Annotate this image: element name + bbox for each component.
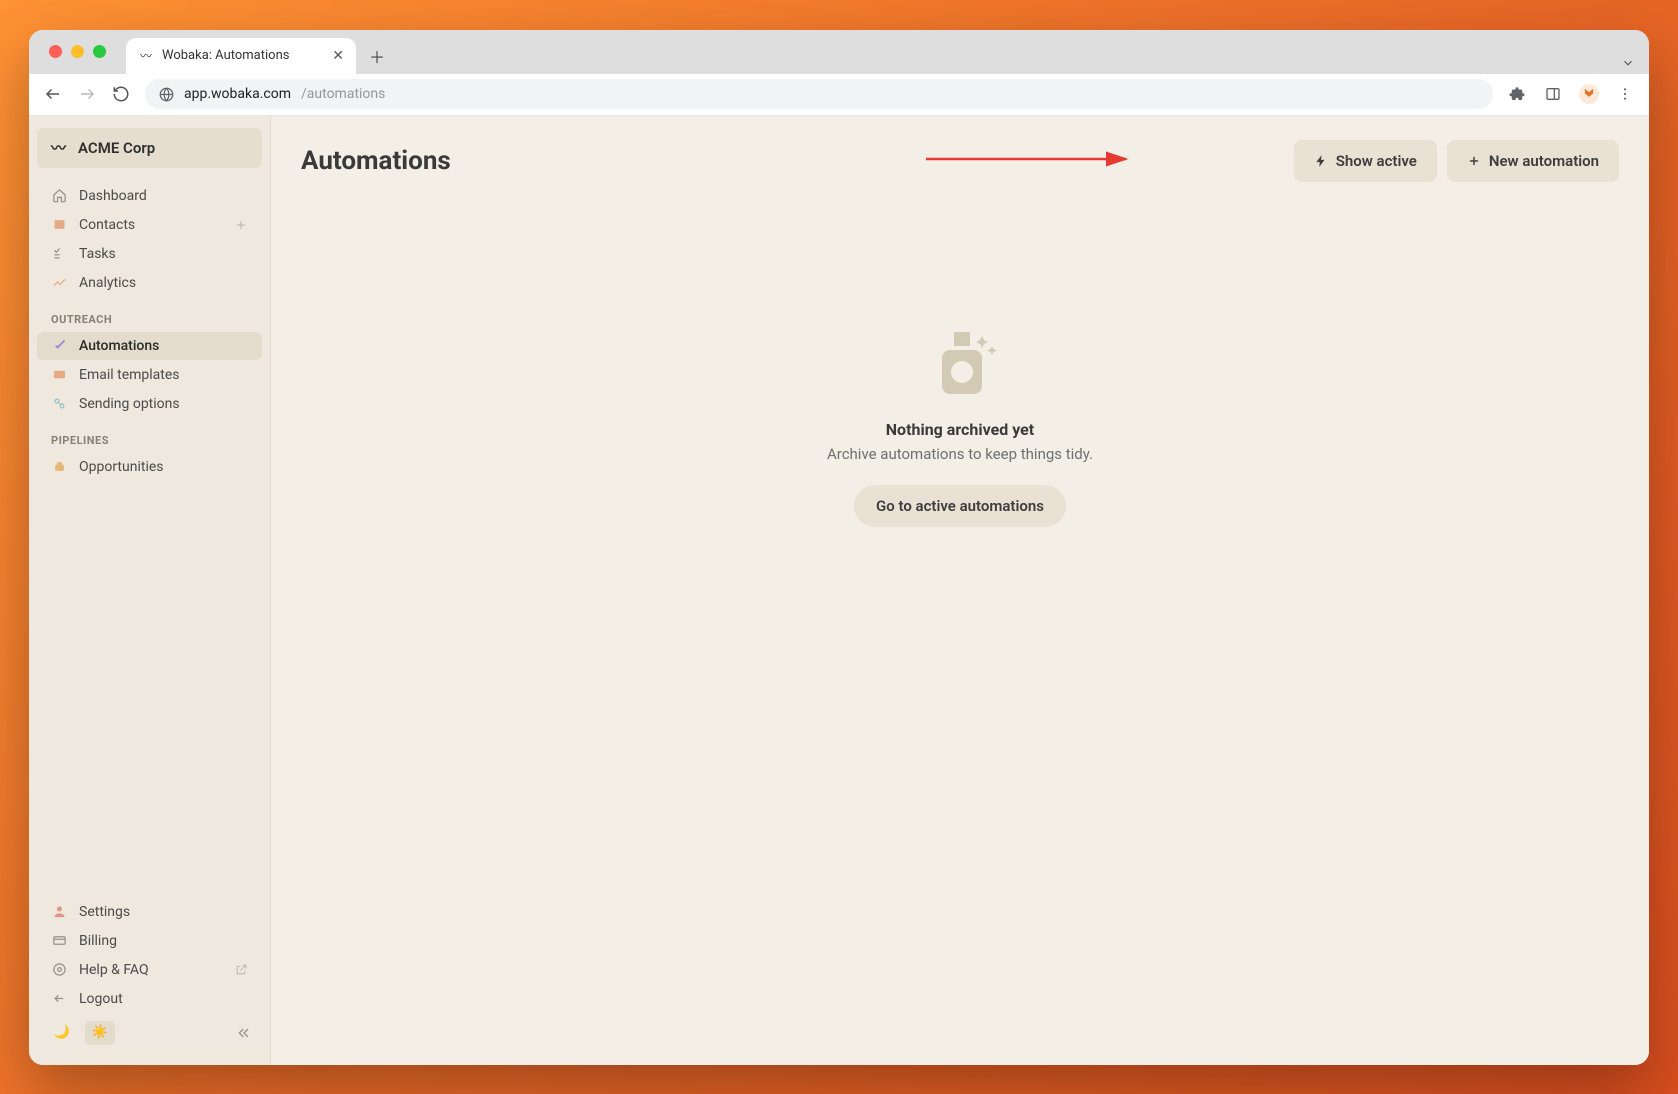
help-icon: [51, 962, 67, 978]
section-outreach: OUTREACH: [37, 297, 262, 332]
wobaka-favicon-icon: 〰: [138, 48, 154, 64]
empty-title: Nothing archived yet: [886, 420, 1034, 439]
reload-button[interactable]: [111, 84, 131, 104]
section-pipelines: PIPELINES: [37, 418, 262, 453]
page-header: Automations Show active New automation: [301, 140, 1619, 182]
sidebar: 〰 ACME Corp Dashboard Contacts Tasks: [29, 116, 271, 1065]
show-active-button[interactable]: Show active: [1294, 140, 1437, 182]
new-tab-button[interactable]: ＋: [360, 39, 394, 73]
lightning-icon: [1314, 154, 1328, 168]
nav-label: Dashboard: [79, 188, 147, 204]
browser-address-bar: app.wobaka.com/automations: [29, 74, 1649, 116]
theme-dark-button[interactable]: 🌙: [47, 1021, 77, 1045]
button-label: Show active: [1336, 152, 1417, 170]
nav-label: Sending options: [79, 396, 180, 412]
extensions-puzzle-icon[interactable]: [1507, 84, 1527, 104]
url-host: app.wobaka.com: [184, 86, 291, 102]
window-controls: [41, 30, 126, 74]
globe-icon: [159, 87, 174, 102]
send-settings-icon: [51, 396, 67, 412]
sidebar-item-dashboard[interactable]: Dashboard: [37, 182, 262, 210]
page-title: Automations: [301, 146, 451, 176]
sidebar-item-logout[interactable]: Logout: [37, 985, 262, 1013]
tab-overflow-chevron-icon[interactable]: [1621, 56, 1649, 74]
collapse-sidebar-button[interactable]: [236, 1025, 252, 1041]
logout-icon: [51, 991, 67, 1007]
theme-light-button[interactable]: ☀️: [85, 1021, 115, 1045]
sidebar-item-contacts[interactable]: Contacts: [37, 211, 262, 239]
go-to-active-button[interactable]: Go to active automations: [854, 485, 1066, 527]
empty-subtitle: Archive automations to keep things tidy.: [827, 445, 1093, 463]
sidebar-item-sending-options[interactable]: Sending options: [37, 390, 262, 418]
moon-icon: 🌙: [54, 1025, 70, 1040]
automation-icon: [51, 338, 67, 354]
external-link-icon: [235, 963, 248, 976]
sidebar-item-tasks[interactable]: Tasks: [37, 240, 262, 268]
company-switcher[interactable]: 〰 ACME Corp: [37, 128, 262, 168]
company-name: ACME Corp: [78, 139, 155, 157]
tab-title: Wobaka: Automations: [162, 48, 324, 63]
settings-person-icon: [51, 904, 67, 920]
profile-avatar-icon[interactable]: [1579, 84, 1599, 104]
plus-icon[interactable]: [234, 218, 248, 232]
analytics-icon: [51, 275, 67, 291]
sidebar-item-email-templates[interactable]: Email templates: [37, 361, 262, 389]
nav-label: Contacts: [79, 217, 135, 233]
button-label: New automation: [1489, 152, 1599, 170]
maximize-window-icon[interactable]: [93, 45, 106, 58]
nav-label: Analytics: [79, 275, 136, 291]
billing-card-icon: [51, 933, 67, 949]
nav-label: Email templates: [79, 367, 180, 383]
opportunities-icon: [51, 459, 67, 475]
sidebar-item-opportunities[interactable]: Opportunities: [37, 453, 262, 481]
minimize-window-icon[interactable]: [71, 45, 84, 58]
nav-label: Settings: [79, 904, 130, 920]
nav-outreach: Automations Email templates Sending opti…: [37, 332, 262, 418]
forward-button[interactable]: [77, 84, 97, 104]
nav-main: Dashboard Contacts Tasks Analytics: [37, 182, 262, 297]
sidebar-item-settings[interactable]: Settings: [37, 898, 262, 926]
home-icon: [51, 188, 67, 204]
close-window-icon[interactable]: [49, 45, 62, 58]
sidebar-item-analytics[interactable]: Analytics: [37, 269, 262, 297]
nav-label: Automations: [79, 338, 159, 354]
empty-state: Nothing archived yet Archive automations…: [301, 322, 1619, 527]
browser-action-icons: [1507, 84, 1635, 104]
button-label: Go to active automations: [876, 497, 1044, 515]
nav-footer: Settings Billing Help & FAQ Logout: [37, 898, 262, 1013]
sidebar-item-billing[interactable]: Billing: [37, 927, 262, 955]
main-content: Automations Show active New automation: [271, 116, 1649, 1065]
sidebar-item-help[interactable]: Help & FAQ: [37, 956, 262, 984]
url-field[interactable]: app.wobaka.com/automations: [145, 79, 1493, 109]
new-automation-button[interactable]: New automation: [1447, 140, 1619, 182]
browser-window: 〰 Wobaka: Automations ✕ ＋ app.wobaka.com…: [29, 30, 1649, 1065]
nav-label: Tasks: [79, 246, 116, 262]
panel-icon[interactable]: [1543, 84, 1563, 104]
kebab-menu-icon[interactable]: [1615, 84, 1635, 104]
empty-illustration-icon: [920, 322, 1000, 402]
nav-pipelines: Opportunities: [37, 453, 262, 481]
company-logo-icon: 〰: [51, 137, 66, 158]
email-icon: [51, 367, 67, 383]
sidebar-item-automations[interactable]: Automations: [37, 332, 262, 360]
theme-row: 🌙 ☀️: [37, 1013, 262, 1053]
nav-label: Opportunities: [79, 459, 164, 475]
sun-icon: ☀️: [92, 1025, 108, 1040]
back-button[interactable]: [43, 84, 63, 104]
nav-label: Billing: [79, 933, 117, 949]
plus-icon: [1467, 154, 1481, 168]
url-path: /automations: [301, 86, 385, 102]
browser-tab-strip: 〰 Wobaka: Automations ✕ ＋: [29, 30, 1649, 74]
browser-tab[interactable]: 〰 Wobaka: Automations ✕: [126, 38, 356, 74]
nav-label: Help & FAQ: [79, 962, 149, 978]
tasks-icon: [51, 246, 67, 262]
nav-label: Logout: [79, 991, 123, 1007]
close-tab-icon[interactable]: ✕: [332, 48, 344, 64]
contacts-icon: [51, 217, 67, 233]
app-shell: 〰 ACME Corp Dashboard Contacts Tasks: [29, 116, 1649, 1065]
